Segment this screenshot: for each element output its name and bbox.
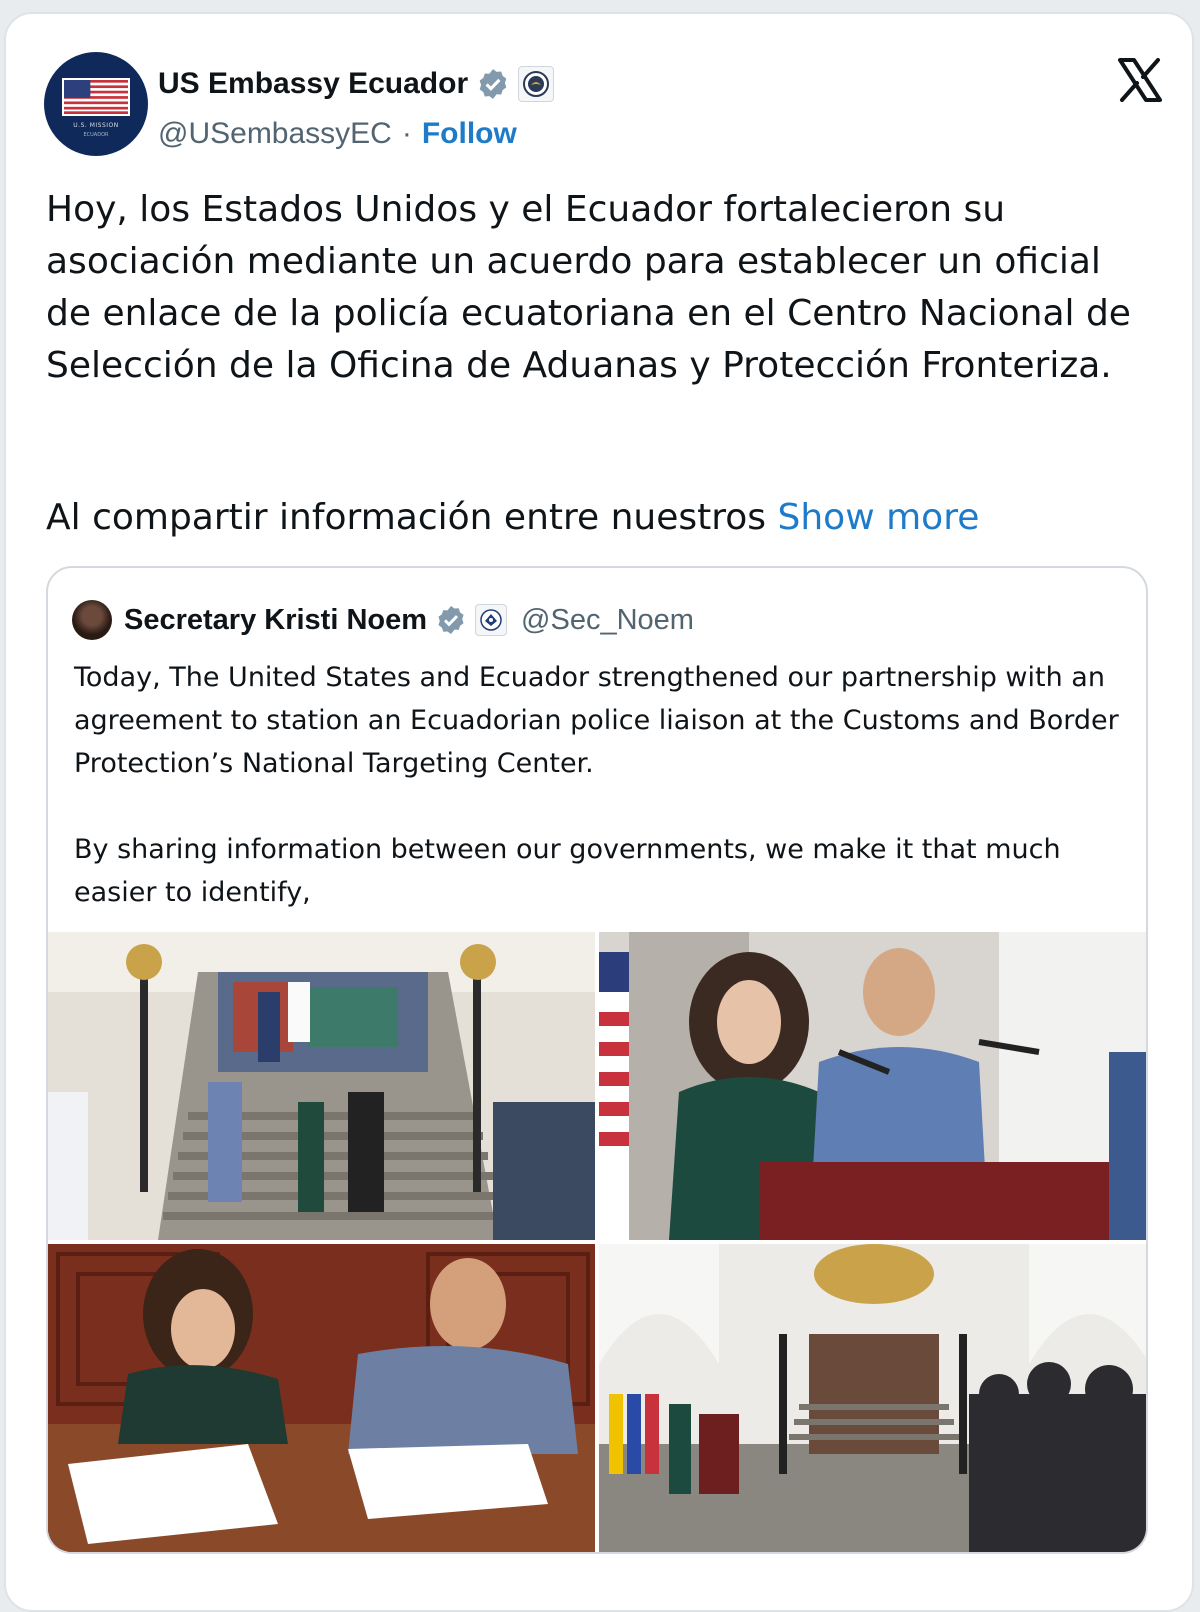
quoted-author-name: Secretary Kristi Noem (124, 603, 428, 636)
photo-courtyard-press-event[interactable] (599, 1244, 1146, 1552)
tweet-text-truncated: Al compartir información entre nuestros (46, 497, 767, 538)
author-handle-row: @USembassyEC · Follow (158, 114, 517, 154)
quoted-author-avatar (72, 600, 112, 640)
author-handle[interactable]: @USembassyEC (158, 117, 392, 151)
staircase-scene (48, 932, 595, 1240)
quoted-text-paragraph-2: By sharing information between our gover… (74, 834, 1061, 908)
author-name-row: US Embassy Ecuador (158, 64, 555, 104)
avatar-caption-line-1: U.S. MISSION (73, 122, 119, 129)
us-flag-icon (62, 78, 130, 116)
state-department-seal-icon (518, 66, 555, 102)
verified-badge-icon (479, 69, 507, 99)
quoted-author-row: Secretary Kristi Noem @Sec_Noem (124, 598, 694, 642)
quoted-tweet[interactable]: Secretary Kristi Noem @Sec_Noem Today, T… (46, 566, 1148, 1554)
show-more-link[interactable]: Show more (778, 497, 980, 538)
avatar-caption-line-2: ECUADOR (83, 132, 109, 138)
follow-button[interactable]: Follow (422, 117, 517, 151)
photo-press-conference-podium[interactable] (599, 932, 1146, 1240)
courtyard-scene (599, 1244, 1146, 1552)
author-avatar[interactable]: U.S. MISSION ECUADOR (44, 52, 148, 156)
tweet-text-paragraph-1: Hoy, los Estados Unidos y el Ecuador for… (46, 189, 1131, 386)
separator-dot: · (401, 117, 412, 150)
tweet-card: U.S. MISSION ECUADOR US Embassy Ecuador … (4, 12, 1194, 1612)
photo-officials-descending-staircase[interactable] (48, 932, 595, 1240)
signing-scene (48, 1244, 595, 1552)
author-name[interactable]: US Embassy Ecuador (158, 67, 468, 101)
verified-badge-icon (438, 606, 464, 634)
tweet-text-paragraph-2: Al compartir información entre nuestros … (46, 492, 1166, 544)
dhs-seal-icon (475, 604, 508, 636)
x-logo-icon[interactable] (1116, 56, 1164, 104)
quoted-text-paragraph-1: Today, The United States and Ecuador str… (74, 662, 1119, 779)
quoted-author-handle: @Sec_Noem (521, 603, 694, 636)
photo-signing-agreement[interactable] (48, 1244, 595, 1552)
podium-scene (599, 932, 1146, 1240)
